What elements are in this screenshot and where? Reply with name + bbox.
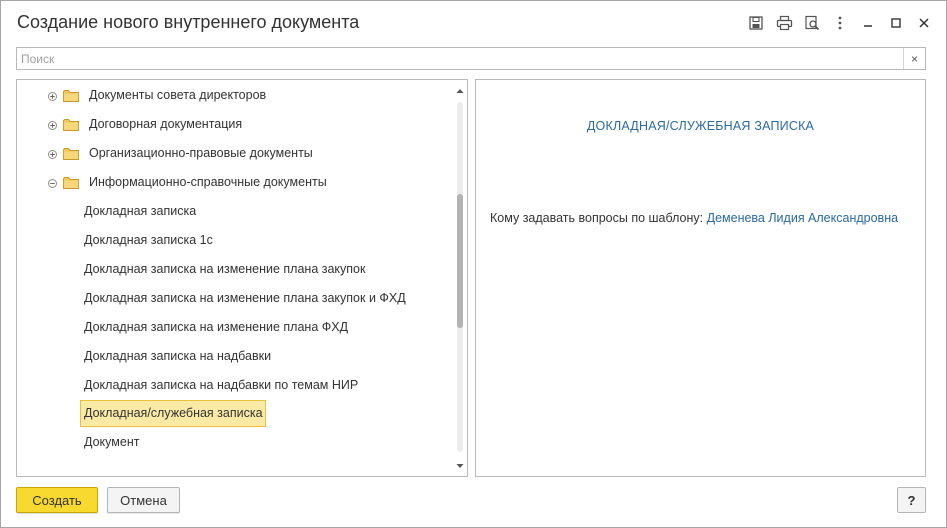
preview-icon[interactable] [798, 11, 826, 35]
search-box: × [16, 47, 926, 70]
tree-item-label: Докладная записка на изменение плана ФХД [84, 320, 349, 334]
save-icon[interactable] [742, 11, 770, 35]
preview-contact: Кому задавать вопросы по шаблону: Демене… [490, 211, 898, 225]
tree-folder-label: Документы совета директоров [89, 88, 267, 102]
tree-item-label: Докладная записка на изменение плана зак… [84, 291, 406, 305]
folder-icon [63, 118, 79, 131]
tree-item-label: Докладная записка на изменение плана зак… [84, 262, 366, 276]
folder-icon [63, 147, 79, 160]
expand-plus-icon[interactable] [47, 149, 57, 159]
search-input[interactable] [17, 48, 903, 69]
tree-item-label: Докладная записка [84, 204, 197, 218]
scroll-thumb[interactable] [457, 194, 463, 328]
tree-item[interactable]: Докладная записка на надбавки по темам Н… [17, 374, 437, 398]
more-icon[interactable] [826, 11, 854, 35]
folder-icon [63, 176, 79, 189]
cancel-button[interactable]: Отмена [107, 487, 180, 513]
print-icon[interactable] [770, 11, 798, 35]
collapse-minus-icon[interactable] [47, 178, 57, 188]
titlebar-actions [742, 11, 938, 35]
help-button[interactable]: ? [897, 487, 926, 513]
create-button[interactable]: Создать [16, 487, 98, 513]
tree-item[interactable]: Докладная записка на изменение плана зак… [17, 258, 437, 282]
window-title: Создание нового внутреннего документа [17, 12, 360, 32]
maximize-icon[interactable] [882, 11, 910, 35]
close-icon[interactable] [910, 11, 938, 35]
tree-item-selected[interactable]: Докладная/служебная записка [17, 402, 437, 426]
titlebar: Создание нового внутреннего документа [1, 1, 946, 43]
tree-item[interactable]: Документ [17, 431, 437, 455]
tree-item-label: Документ [84, 435, 140, 449]
search-clear-button[interactable]: × [903, 48, 925, 69]
contact-label: Кому задавать вопросы по шаблону: [490, 211, 704, 225]
expand-plus-icon[interactable] [47, 91, 57, 101]
tree-item-label: Докладная/служебная записка [84, 406, 263, 420]
tree-folder-label: Договорная документация [89, 117, 243, 131]
scroll-down-arrow-icon[interactable] [454, 460, 466, 472]
tree-item[interactable]: Докладная записка [17, 200, 437, 224]
tree-scrollbar[interactable] [454, 80, 466, 476]
preview-title: ДОКЛАДНАЯ/СЛУЖЕБНАЯ ЗАПИСКА [586, 119, 815, 133]
template-tree: Документы совета директоров Договорная д… [16, 79, 468, 477]
tree-item[interactable]: Докладная записка на изменение плана ФХД [17, 316, 437, 340]
tree-item-label: Докладная записка 1с [84, 233, 213, 247]
template-preview: ДОКЛАДНАЯ/СЛУЖЕБНАЯ ЗАПИСКА Кому задават… [475, 79, 926, 477]
tree-item[interactable]: Докладная записка на надбавки [17, 345, 437, 369]
tree-item-label: Докладная записка на надбавки по темам Н… [84, 378, 359, 392]
tree-item[interactable]: Докладная записка на изменение плана зак… [17, 287, 437, 311]
expand-plus-icon[interactable] [47, 120, 57, 130]
contact-name-link[interactable]: Деменева Лидия Александровна [707, 211, 898, 225]
scroll-up-arrow-icon[interactable] [454, 85, 466, 97]
folder-icon [63, 89, 79, 102]
tree-item[interactable]: Докладная записка 1с [17, 229, 437, 253]
tree-folder-label: Информационно-справочные документы [89, 175, 327, 189]
minimize-icon[interactable] [854, 11, 882, 35]
dialog-window: Создание нового внутреннего документа По… [0, 0, 947, 528]
tree-item-label: Докладная записка на надбавки [84, 349, 272, 363]
tree-folder-label: Организационно-правовые документы [89, 146, 313, 160]
